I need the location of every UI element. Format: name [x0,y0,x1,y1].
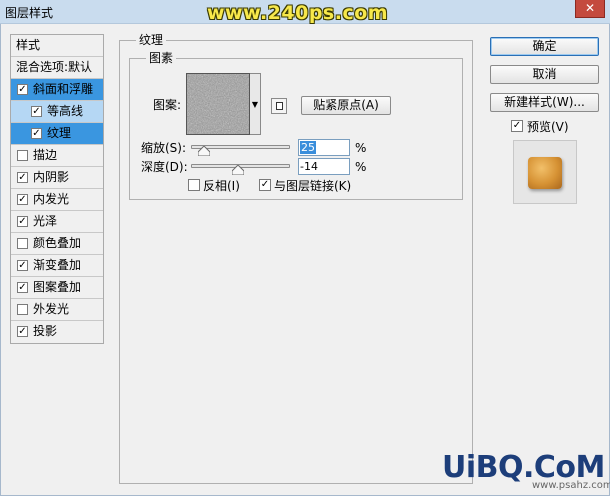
styles-header[interactable]: 样式 [11,35,103,57]
invert-label: 反相(I) [203,179,240,193]
scale-label: 缩放(S): [141,141,187,155]
drop-shadow-checkbox[interactable]: ✓ [17,326,28,337]
pattern-label: 图案: [153,98,182,112]
preview-checkbox[interactable]: ✓ [511,120,523,132]
bevel-emboss-checkbox[interactable]: ✓ [17,84,28,95]
styles-list: 样式 混合选项:默认 ✓ 斜面和浮雕 ✓ 等高线 ✓ 纹理 描边 ✓ 内阴影 ✓… [10,34,104,344]
pattern-noise-texture [187,74,249,134]
scale-value: 25 [300,141,316,154]
list-item-label: 投影 [33,324,58,338]
texture-group-title: 纹理 [136,33,167,47]
list-item-drop-shadow[interactable]: ✓ 投影 [11,321,103,343]
ok-button[interactable]: 确定 [490,37,599,56]
list-item-label: 外发光 [33,302,70,316]
blending-options-label: 混合选项:默认 [16,60,93,74]
style-preview-thumbnail [513,140,577,204]
pattern-overlay-checkbox[interactable]: ✓ [17,282,28,293]
close-icon: ✕ [584,1,596,15]
texture-checkbox[interactable]: ✓ [31,128,42,139]
link-with-layer-label: 与图层链接(K) [274,179,352,193]
blending-options-item[interactable]: 混合选项:默认 [11,57,103,79]
new-style-button[interactable]: 新建样式(W)... [490,93,599,112]
preview-label: 预览(V) [527,120,569,134]
scale-unit: % [355,141,367,155]
list-item-label: 内发光 [33,192,70,206]
list-item-stroke[interactable]: 描边 [11,145,103,167]
inner-glow-checkbox[interactable]: ✓ [17,194,28,205]
inner-shadow-checkbox[interactable]: ✓ [17,172,28,183]
styles-header-label: 样式 [16,38,41,52]
list-item-inner-glow[interactable]: ✓ 内发光 [11,189,103,211]
elements-group-title: 图素 [146,51,177,65]
chevron-down-icon: ▼ [251,100,259,109]
new-preset-button[interactable] [271,98,287,114]
depth-slider-thumb[interactable] [232,165,244,175]
list-item-label: 等高线 [47,104,84,118]
depth-label: 深度(D): [141,160,188,174]
list-item-label: 描边 [33,148,58,162]
title-bar: 图层样式 www.240ps.com ✕ [0,0,610,24]
preview-swatch [528,157,562,189]
brand-site-text: www.psahz.com [532,480,610,491]
invert-checkbox[interactable] [188,179,200,191]
color-overlay-checkbox[interactable] [17,238,28,249]
scale-slider-thumb[interactable] [198,146,210,156]
list-item-color-overlay[interactable]: 颜色叠加 [11,233,103,255]
cancel-button[interactable]: 取消 [490,65,599,84]
depth-unit: % [355,160,367,174]
gradient-overlay-checkbox[interactable]: ✓ [17,260,28,271]
watermark-text: www.240ps.com [207,2,389,24]
list-item-gradient-overlay[interactable]: ✓ 渐变叠加 [11,255,103,277]
list-item-label: 光泽 [33,214,58,228]
list-item-label: 内阴影 [33,170,70,184]
list-item-texture[interactable]: ✓ 纹理 [11,123,103,145]
link-with-layer-checkbox[interactable]: ✓ [259,179,271,191]
list-item-pattern-overlay[interactable]: ✓ 图案叠加 [11,277,103,299]
dialog-title: 图层样式 [5,6,54,20]
stroke-checkbox[interactable] [17,150,28,161]
close-button[interactable]: ✕ [575,0,605,18]
list-item-bevel-emboss[interactable]: ✓ 斜面和浮雕 [11,79,103,101]
snap-to-origin-button[interactable]: 贴紧原点(A) [301,96,391,115]
list-item-label: 图案叠加 [33,280,82,294]
pattern-dropdown-button[interactable]: ▼ [250,73,261,135]
depth-input[interactable]: -14 [298,158,350,175]
scale-input[interactable]: 25 [298,139,350,156]
list-item-inner-shadow[interactable]: ✓ 内阴影 [11,167,103,189]
list-item-satin[interactable]: ✓ 光泽 [11,211,103,233]
list-item-label: 纹理 [47,126,72,140]
list-item-label: 斜面和浮雕 [33,82,94,96]
list-item-contour[interactable]: ✓ 等高线 [11,101,103,123]
contour-checkbox[interactable]: ✓ [31,106,42,117]
new-page-icon [276,102,283,110]
list-item-label: 渐变叠加 [33,258,82,272]
depth-value: -14 [300,160,318,173]
outer-glow-checkbox[interactable] [17,304,28,315]
list-item-label: 颜色叠加 [33,236,82,250]
list-item-outer-glow[interactable]: 外发光 [11,299,103,321]
pattern-swatch[interactable] [186,73,250,135]
satin-checkbox[interactable]: ✓ [17,216,28,227]
